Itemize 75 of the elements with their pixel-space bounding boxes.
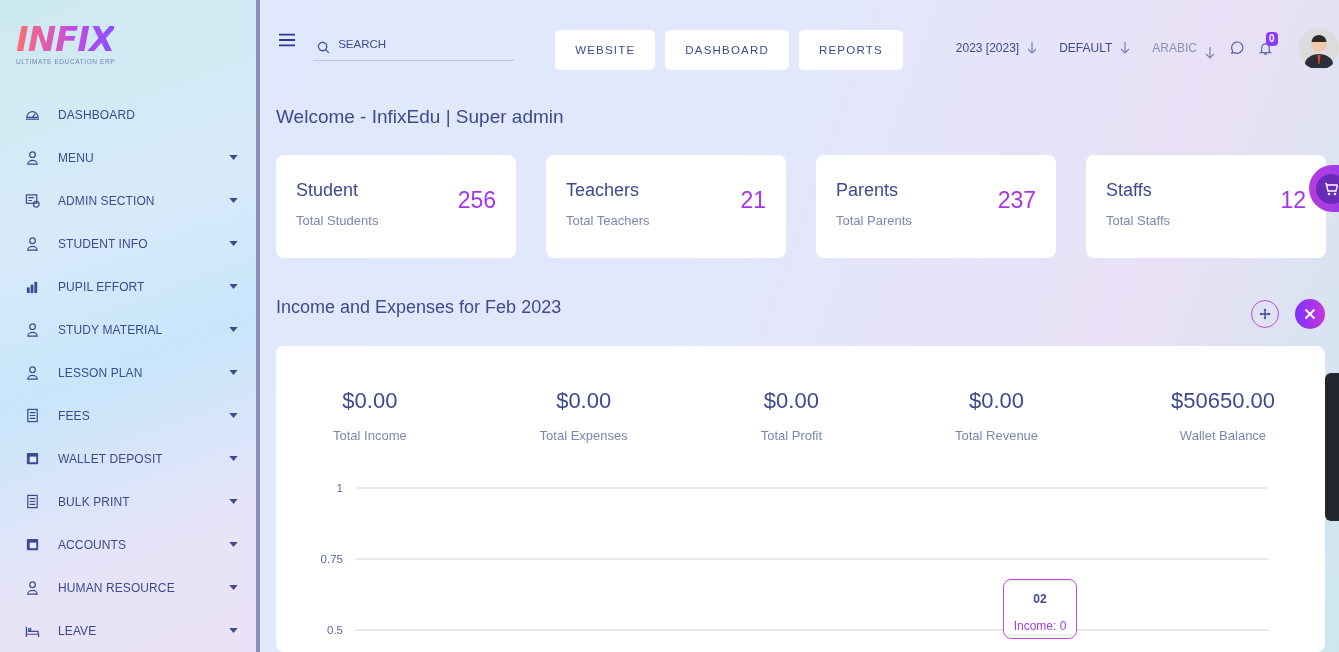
card-subtitle: Total Teachers <box>566 213 650 228</box>
tooltip-text: Income: 0 <box>1013 619 1067 633</box>
doc-icon <box>25 494 40 509</box>
stat-card[interactable]: Teachers Total Teachers 21 <box>546 155 786 258</box>
sidebar-item[interactable]: STUDY MATERIAL <box>0 308 256 351</box>
tooltip-title: 02 <box>1033 592 1047 606</box>
total-amount: $0.00 <box>969 388 1025 414</box>
sidebar-item[interactable]: MENU <box>0 136 256 179</box>
total-amount: $0.00 <box>342 388 398 414</box>
chart-icon <box>25 279 40 294</box>
total-label: Total Expenses <box>539 428 628 443</box>
nav-button[interactable]: DASHBOARD <box>665 30 789 70</box>
sidebar-item[interactable]: WALLET DEPOSIT <box>0 437 256 480</box>
card-title: Teachers <box>566 180 641 201</box>
close-icon[interactable] <box>1295 299 1325 329</box>
card-subtitle: Total Parents <box>836 213 912 228</box>
cart-icon <box>1316 173 1339 204</box>
sidebar-item[interactable]: BULK PRINT <box>0 480 256 523</box>
card-value: 237 <box>997 187 1036 215</box>
dropdown[interactable]: DEFAULT <box>1059 41 1131 55</box>
sidebar-item[interactable]: ACCOUNTS <box>0 523 256 566</box>
total-label: Total Profit <box>760 428 823 443</box>
nav-button[interactable]: REPORTS <box>799 30 903 70</box>
person-icon <box>25 580 40 595</box>
avatar[interactable] <box>1299 28 1339 68</box>
total-amount: $0.00 <box>556 388 612 414</box>
search-icon <box>317 41 331 54</box>
sidebar-item[interactable]: FEES <box>0 394 256 437</box>
scrollbar[interactable] <box>256 0 260 652</box>
menu-icon[interactable] <box>279 33 296 47</box>
card-value: 256 <box>457 187 496 215</box>
search-field[interactable]: SEARCH <box>313 30 515 61</box>
notification-count: 0 <box>1266 31 1278 46</box>
y-tick-label: 0.75 <box>319 552 343 567</box>
dropdown[interactable]: 2023 [2023] <box>955 41 1038 55</box>
nav-button[interactable]: WEBSITE <box>555 30 656 70</box>
total-label: Wallet Balance <box>1179 428 1267 443</box>
sidebar-item[interactable]: LEAVE <box>0 609 256 652</box>
person-icon <box>25 150 40 165</box>
sidebar-item[interactable]: PUPIL EFFORT <box>0 265 256 308</box>
wallet-icon <box>25 537 40 552</box>
card-subtitle: Total Students <box>296 213 379 228</box>
person-icon <box>25 322 40 337</box>
card-value: 21 <box>740 187 766 215</box>
person-icon <box>25 365 40 380</box>
stat-card[interactable]: Staffs Total Staffs 12 <box>1086 155 1326 258</box>
card-title: Parents <box>836 180 900 201</box>
y-tick-label: 1 <box>335 481 343 496</box>
total-amount: $50650.00 <box>1171 388 1275 414</box>
sidebar-item[interactable]: STUDENT INFO <box>0 222 256 265</box>
sidebar-item[interactable]: LESSON PLAN <box>0 351 256 394</box>
stat-card[interactable]: Student Total Students 256 <box>276 155 516 258</box>
move-icon[interactable] <box>1250 299 1280 329</box>
person-icon <box>25 236 40 251</box>
stat-card[interactable]: Parents Total Parents 237 <box>816 155 1056 258</box>
section-title: Income and Expenses for Feb 2023 <box>276 297 562 318</box>
welcome-heading: Welcome - InfixEdu | Super admin <box>276 105 565 129</box>
total-amount: $0.00 <box>763 388 819 414</box>
y-tick-label: 0.5 <box>326 623 343 638</box>
card-value: 12 <box>1280 187 1306 215</box>
arrow-down-icon <box>1205 47 1215 59</box>
card-title: Student <box>296 180 360 201</box>
card-subtitle: Total Staffs <box>1106 213 1171 228</box>
bell-icon[interactable] <box>1258 40 1273 56</box>
doc-icon <box>25 408 40 423</box>
sidebar-item[interactable]: DASHBOARD <box>0 93 256 136</box>
arrow-down-icon <box>1027 42 1038 54</box>
total-label: Total Revenue <box>954 428 1039 443</box>
sidebar-item[interactable]: ADMIN SECTION <box>0 179 256 222</box>
screen-icon <box>25 193 40 208</box>
sidebar-item[interactable]: HUMAN RESOURCE <box>0 566 256 609</box>
arrow-down-icon <box>1120 42 1131 54</box>
wallet-icon <box>25 451 40 466</box>
card-title: Staffs <box>1106 180 1153 201</box>
total-label: Total Income <box>333 428 407 443</box>
